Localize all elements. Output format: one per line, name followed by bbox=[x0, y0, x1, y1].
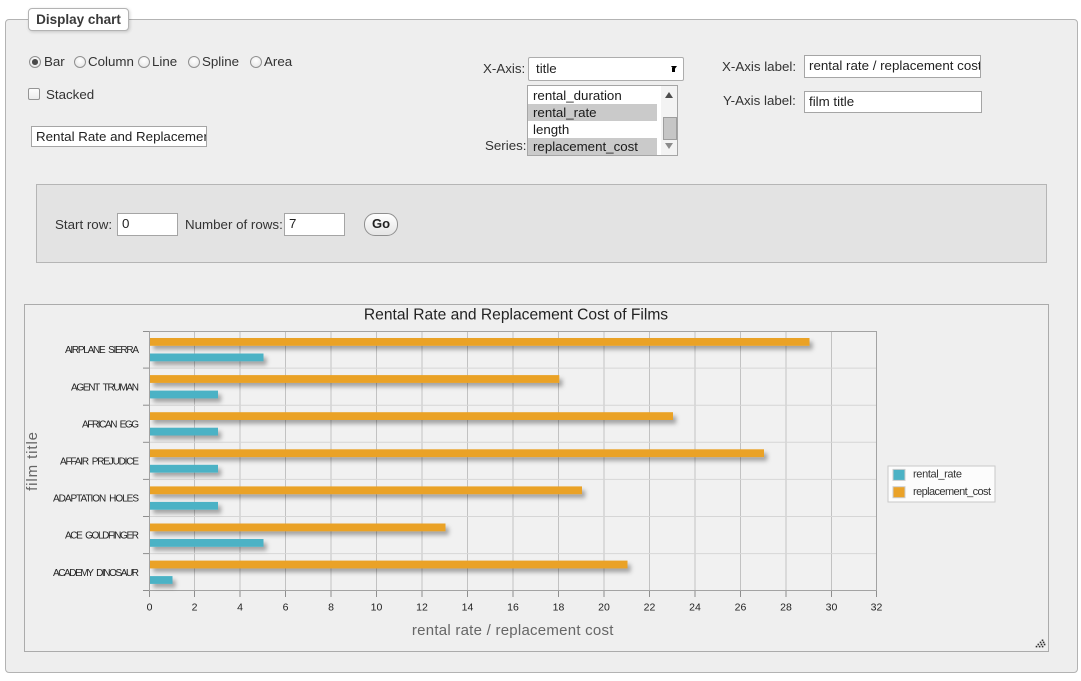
svg-text:AIRPLANE SIERRA: AIRPLANE SIERRA bbox=[65, 345, 139, 356]
svg-text:AFRICAN EGG: AFRICAN EGG bbox=[82, 419, 139, 430]
svg-text:replacement_cost: replacement_cost bbox=[913, 486, 991, 498]
svg-text:10: 10 bbox=[371, 602, 383, 614]
svg-text:26: 26 bbox=[735, 602, 747, 614]
svg-text:30: 30 bbox=[826, 602, 838, 614]
svg-text:6: 6 bbox=[283, 602, 289, 614]
svg-text:0: 0 bbox=[147, 602, 153, 614]
svg-text:film title: film title bbox=[25, 431, 41, 491]
svg-text:2: 2 bbox=[192, 602, 198, 614]
svg-text:22: 22 bbox=[644, 602, 656, 614]
svg-text:12: 12 bbox=[416, 602, 428, 614]
svg-text:24: 24 bbox=[689, 602, 701, 614]
svg-text:Rental Rate and Replacement Co: Rental Rate and Replacement Cost of Film… bbox=[364, 307, 668, 324]
svg-text:rental_rate: rental_rate bbox=[913, 469, 962, 481]
svg-text:32: 32 bbox=[871, 602, 883, 614]
svg-text:ACADEMY DINOSAUR: ACADEMY DINOSAUR bbox=[53, 568, 139, 579]
svg-text:28: 28 bbox=[780, 602, 792, 614]
svg-text:AFFAIR PREJUDICE: AFFAIR PREJUDICE bbox=[60, 457, 139, 468]
svg-text:18: 18 bbox=[553, 602, 565, 614]
svg-text:rental rate / replacement cost: rental rate / replacement cost bbox=[412, 622, 614, 639]
svg-text:ACE GOLDFINGER: ACE GOLDFINGER bbox=[65, 531, 139, 542]
svg-text:ADAPTATION HOLES: ADAPTATION HOLES bbox=[53, 494, 139, 505]
svg-text:AGENT TRUMAN: AGENT TRUMAN bbox=[71, 382, 139, 393]
svg-text:16: 16 bbox=[507, 602, 519, 614]
svg-text:14: 14 bbox=[462, 602, 474, 614]
svg-text:20: 20 bbox=[598, 602, 610, 614]
svg-text:8: 8 bbox=[328, 602, 334, 614]
svg-text:4: 4 bbox=[237, 602, 243, 614]
